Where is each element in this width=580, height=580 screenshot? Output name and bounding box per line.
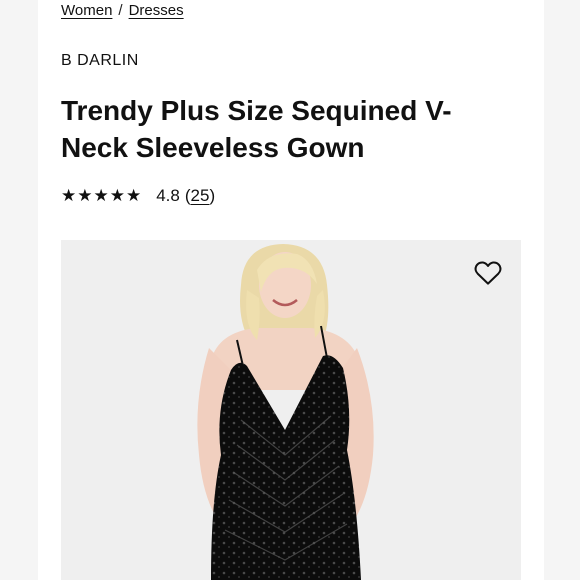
product-title: Trendy Plus Size Sequined V-Neck Sleevel…	[61, 95, 452, 163]
product-image[interactable]	[61, 240, 521, 580]
brand-name[interactable]: B DARLIN	[61, 52, 139, 70]
review-close-paren: )	[209, 186, 216, 205]
heart-outline-icon[interactable]	[473, 258, 503, 288]
breadcrumb-separator: /	[118, 2, 123, 19]
star-rating-icon: ★★★★★	[61, 186, 143, 205]
product-page: Women / Dresses B DARLIN Trendy Plus Siz…	[38, 0, 544, 580]
breadcrumb-dresses-link[interactable]: Dresses	[129, 2, 184, 19]
rating-summary[interactable]: ★★★★★ 4.8 ( 25 )	[61, 186, 215, 206]
breadcrumb-women-link[interactable]: Women	[61, 2, 112, 19]
breadcrumb: Women / Dresses	[61, 2, 184, 19]
review-count-link[interactable]: 25	[191, 186, 210, 206]
model-wearing-gown-image	[197, 244, 374, 580]
rating-value: 4.8	[156, 186, 180, 205]
